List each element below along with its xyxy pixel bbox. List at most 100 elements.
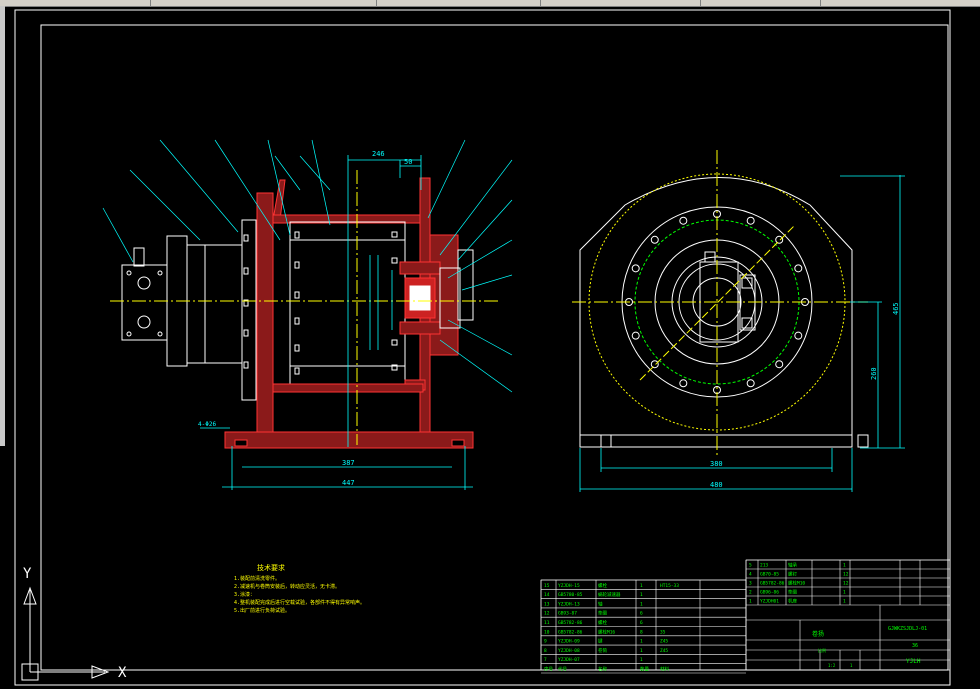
parts-row-code: YZJDH-15 — [558, 583, 580, 589]
upper-row-name: 垫圈 — [788, 589, 797, 596]
upper-row-qty: 1 — [843, 599, 846, 605]
dim-bottom-inner: 387 — [342, 459, 355, 467]
upper-row-name: 螺栓M10 — [788, 580, 805, 587]
ucs-icon: Y X — [21, 566, 127, 681]
parts-row-no: 12 — [544, 611, 550, 617]
dim-height-center: 260 — [870, 367, 878, 380]
dim-top-small: 50 — [404, 158, 412, 166]
parts-row-code: YZJDH-09 — [558, 639, 580, 645]
parts-row-no: 13 — [544, 601, 550, 607]
parts-row-code: YZJDH-07 — [558, 657, 580, 663]
drawing-number: GJWKZSJDLJ-01 — [888, 626, 927, 632]
technical-notes: 技术要求 1.装配前清洗零件。 2.减速机与卷筒安装后，转动应灵活，无卡滞。 3… — [234, 563, 365, 614]
dim-base-inner: 380 — [710, 460, 723, 468]
parts-row-qty: 1 — [640, 592, 643, 598]
ucs-x-label: X — [118, 665, 127, 681]
side-housing — [579, 177, 853, 436]
dim-top-width: 246 — [372, 150, 385, 158]
upper-row-code: YZJDH01 — [760, 599, 779, 605]
parts-row-qty: 1 — [640, 583, 643, 589]
dim-base-overall: 480 — [710, 481, 723, 489]
front-view: 246 50 387 447 4-Φ26 — [102, 139, 513, 490]
parts-row-qty: 1 — [640, 601, 643, 607]
upper-row-no: 2 — [749, 590, 752, 596]
parts-row-code: GB93-87 — [558, 611, 577, 617]
mount-flange — [241, 219, 257, 401]
part-name: 卷扬 — [812, 630, 824, 638]
parts-row-material: Z45 — [660, 639, 668, 645]
bolt-hole — [650, 360, 659, 369]
parts-row-code: YZJDH-13 — [558, 601, 580, 607]
bolt-hole — [775, 235, 784, 244]
parts-row-code: GB5782-86 — [558, 629, 583, 635]
upper-row-qty: 12 — [843, 581, 849, 587]
parts-row-no: 9 — [544, 639, 547, 645]
upper-row-name: 轴承 — [788, 562, 797, 569]
bolt-hole — [631, 331, 640, 340]
upper-row-no: 4 — [749, 572, 752, 578]
bolt-hole — [631, 264, 640, 273]
notes-title: 技术要求 — [257, 563, 285, 572]
upper-row-code: GB96-86 — [760, 590, 779, 596]
drum — [289, 221, 406, 385]
upper-row-code: 213 — [760, 563, 768, 569]
sheet: 1 — [850, 663, 853, 668]
upper-row-name: 机座 — [788, 598, 797, 605]
parts-row-qty: 1 — [640, 648, 643, 654]
parts-row-name: 轴 — [598, 600, 603, 607]
parts-row-qty: 1 — [640, 639, 643, 645]
bolt-hole — [137, 276, 151, 290]
material: 36 — [912, 643, 918, 649]
dim-bottom-overall: 447 — [342, 479, 355, 487]
parts-row-no: 8 — [544, 648, 547, 654]
bolt-hole — [794, 264, 803, 273]
parts-row-no: 14 — [544, 592, 550, 598]
parts-row-material: 35 — [660, 629, 666, 635]
parts-row-name: 螺栓 — [598, 619, 607, 626]
parts-row-qty: 6 — [640, 620, 643, 626]
parts-row-name: 蜗轮减速器 — [598, 591, 621, 598]
motor-terminal — [133, 247, 145, 267]
scale-label: 比例 — [818, 647, 826, 653]
note-line: 4.整机装配完成后进行空载试验，各部件不得有异常响声。 — [234, 599, 365, 606]
outer-frame — [14, 9, 951, 686]
dim-height-overall: 465 — [892, 302, 900, 315]
upper-row-no: 5 — [749, 563, 752, 569]
parts-row-code: GB5782-86 — [558, 620, 583, 626]
upper-row-qty: 1 — [843, 563, 846, 569]
parts-row-no: 11 — [544, 620, 550, 626]
bolt-hole — [679, 379, 688, 388]
parts-row-no: 10 — [544, 629, 550, 635]
parts-header: 材料 — [660, 666, 669, 673]
parts-header: 名称 — [598, 666, 607, 673]
parts-row-qty: 6 — [640, 611, 643, 617]
parts-row-no: 7 — [544, 657, 547, 663]
parts-header: 数量 — [640, 666, 649, 673]
parts-header: 代号 — [558, 666, 567, 673]
parts-row-qty: 1 — [640, 657, 643, 663]
parts-row-name: 螺栓 — [598, 582, 607, 589]
company: YJLH — [906, 658, 921, 665]
motor-flange — [121, 264, 168, 341]
bolt-hole — [746, 216, 755, 225]
parts-row-material: Z45 — [660, 648, 668, 654]
dim-hole: 4-Φ26 — [198, 421, 216, 428]
note-line: 5.出厂前进行负荷试验。 — [234, 607, 290, 614]
parts-row-name: 垫圈 — [598, 610, 607, 617]
parts-list-table: 15 YZJDH-15 螺栓 1 HT15-3314 GB5780-85 蜗轮减速器 113 Y… — [540, 559, 951, 674]
upper-row-qty: 1 — [843, 590, 846, 596]
parts-row-no: 15 — [544, 583, 550, 589]
drawing-canvas[interactable]: 246 50 387 447 4-Φ26 380 480 260 465 技术要… — [0, 6, 980, 689]
base-plate — [224, 431, 474, 449]
bolt-hole — [775, 360, 784, 369]
title-block: 卷扬 GJWKZSJDLJ-01 36 比例 1:2 1 YJLH — [812, 626, 927, 668]
parts-row-code: GB5780-85 — [558, 592, 583, 598]
side-base — [579, 434, 853, 448]
bolt-hole — [679, 216, 688, 225]
upper-row-code: GB70-85 — [760, 572, 779, 578]
parts-header: 序号 — [544, 666, 553, 673]
side-view: 380 480 260 465 — [572, 150, 905, 492]
left-side-plate — [256, 192, 274, 434]
parts-row-material: HT15-33 — [660, 583, 679, 589]
gearbox-body — [186, 244, 243, 364]
